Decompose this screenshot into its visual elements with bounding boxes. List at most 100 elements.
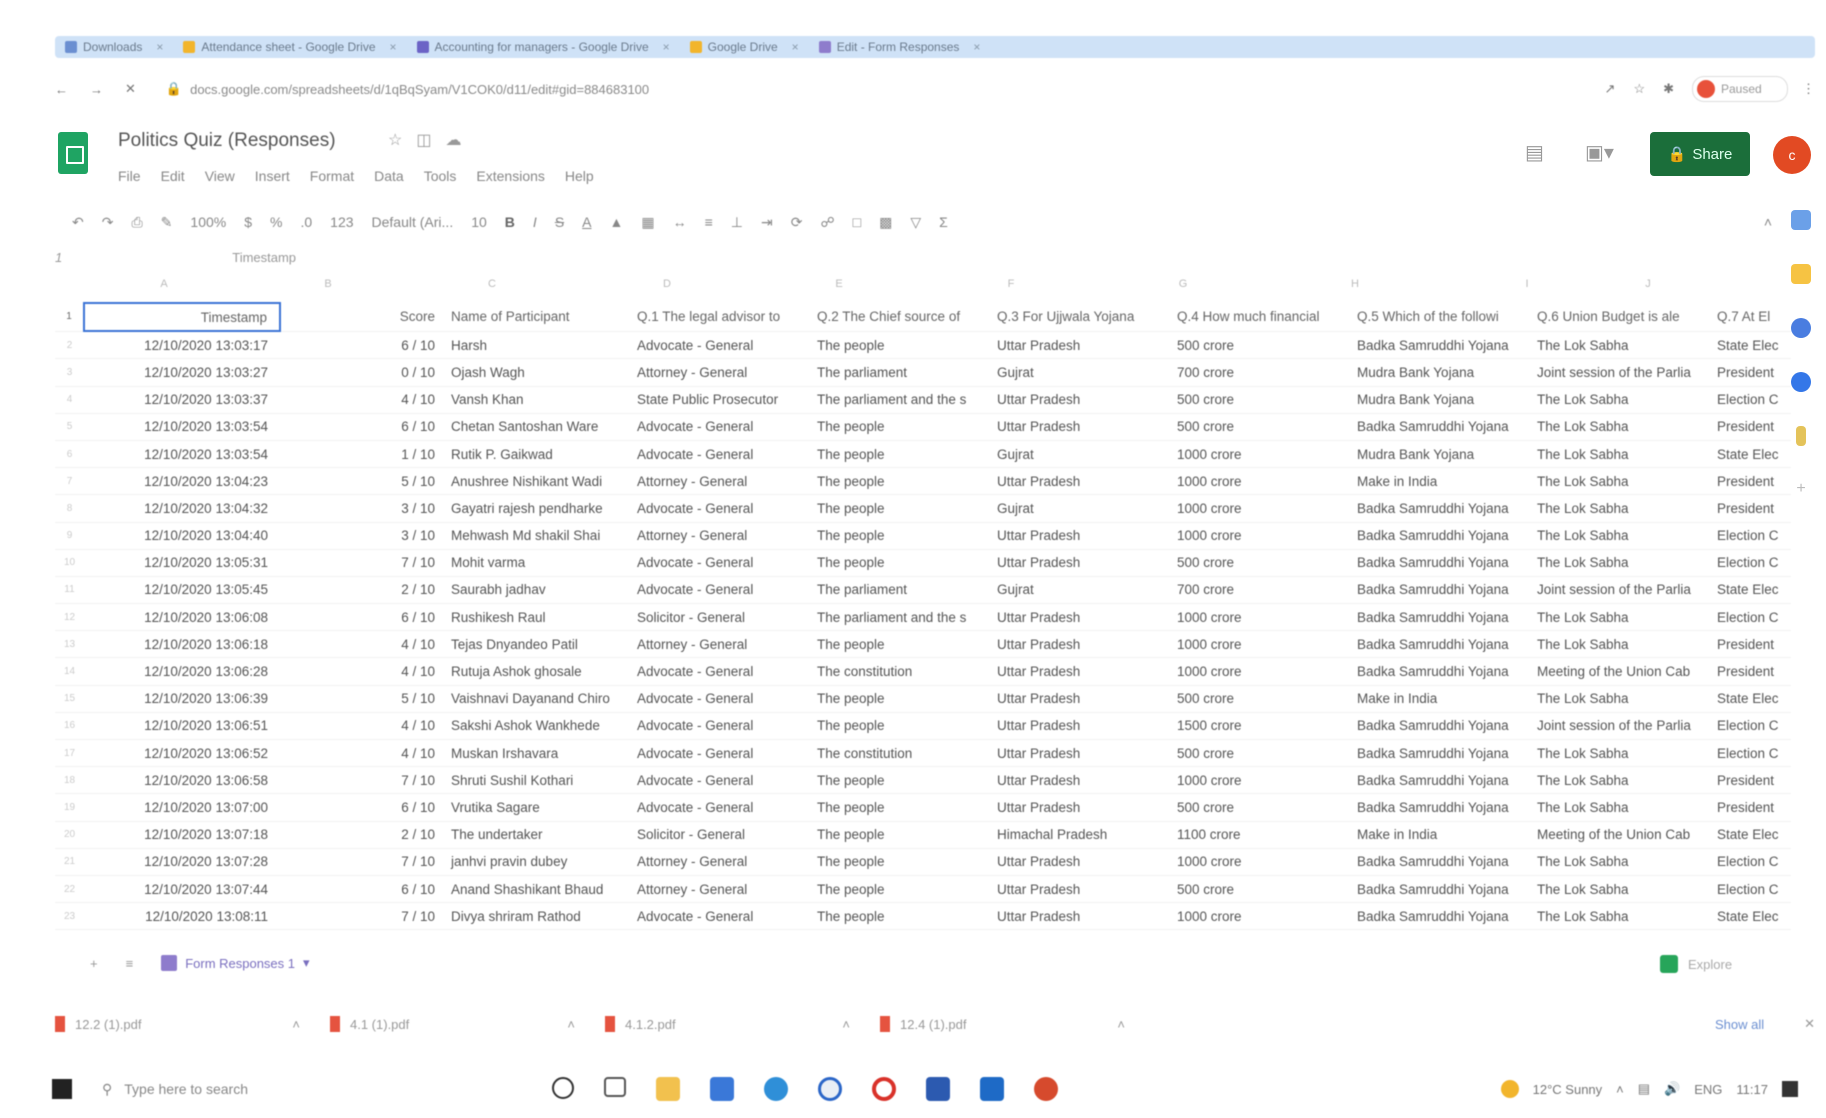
- table-cell[interactable]: Vansh Khan: [447, 386, 633, 414]
- header-cell[interactable]: Score: [280, 303, 447, 332]
- table-cell[interactable]: 1100 crore: [1173, 821, 1353, 849]
- table-cell[interactable]: 6 / 10: [280, 875, 447, 904]
- column-letter[interactable]: B: [253, 278, 403, 302]
- download-item[interactable]: 12.2 (1).pdf ˄: [55, 1016, 330, 1032]
- header-cell[interactable]: Q.7 At El: [1713, 303, 1791, 332]
- cloud-icon[interactable]: ☁: [445, 132, 475, 149]
- table-cell[interactable]: Uttar Pradesh: [993, 549, 1173, 577]
- table-cell[interactable]: The people: [813, 413, 993, 441]
- sheets-logo-icon[interactable]: [58, 132, 88, 174]
- close-icon[interactable]: ✕: [125, 81, 136, 97]
- table-cell[interactable]: The parliament and the s: [813, 603, 993, 632]
- table-cell[interactable]: Vrutika Sagare: [447, 793, 633, 822]
- number-format-select[interactable]: 123: [330, 214, 353, 230]
- row-number[interactable]: 12: [55, 603, 84, 632]
- table-cell[interactable]: Badka Samruddhi Yojana: [1353, 331, 1533, 360]
- table-cell[interactable]: Election C: [1713, 522, 1791, 550]
- language-indicator[interactable]: ENG: [1694, 1082, 1722, 1097]
- row-number[interactable]: 23: [55, 902, 84, 931]
- table-cell[interactable]: Badka Samruddhi Yojana: [1353, 657, 1533, 686]
- table-cell[interactable]: 500 crore: [1173, 875, 1353, 904]
- table-cell[interactable]: 7 / 10: [280, 549, 447, 577]
- table-cell[interactable]: Advocate - General: [633, 685, 813, 713]
- table-cell[interactable]: 6 / 10: [280, 793, 447, 822]
- table-cell[interactable]: 4 / 10: [280, 739, 447, 768]
- table-cell[interactable]: Badka Samruddhi Yojana: [1353, 712, 1533, 741]
- row-number[interactable]: 18: [55, 766, 84, 795]
- table-cell[interactable]: 12/10/2020 13:06:28: [84, 657, 280, 686]
- add-addon-icon[interactable]: +: [1791, 480, 1811, 500]
- row-number[interactable]: 8: [55, 494, 84, 523]
- table-cell[interactable]: The Lok Sabha: [1533, 685, 1713, 713]
- table-cell[interactable]: 6 / 10: [280, 413, 447, 441]
- table-cell[interactable]: Make in India: [1353, 821, 1533, 849]
- table-cell[interactable]: Badka Samruddhi Yojana: [1353, 739, 1533, 768]
- notifications-icon[interactable]: [1782, 1081, 1798, 1097]
- table-cell[interactable]: Tejas Dnyandeo Patil: [447, 630, 633, 659]
- table-cell[interactable]: Rutuja Ashok ghosale: [447, 657, 633, 686]
- table-cell[interactable]: 2 / 10: [280, 821, 447, 849]
- table-cell[interactable]: The constitution: [813, 657, 993, 686]
- chevron-down-icon[interactable]: ▾: [303, 955, 310, 971]
- table-cell[interactable]: Badka Samruddhi Yojana: [1353, 522, 1533, 550]
- table-cell[interactable]: State Elec: [1713, 685, 1791, 713]
- column-letter[interactable]: A: [75, 278, 253, 302]
- present-icon[interactable]: ▣▾: [1585, 140, 1614, 165]
- photos-icon[interactable]: [1034, 1077, 1058, 1101]
- more-menu-icon[interactable]: ⋮: [1802, 81, 1815, 97]
- table-cell[interactable]: Advocate - General: [633, 793, 813, 822]
- table-cell[interactable]: 12/10/2020 13:07:00: [84, 793, 280, 822]
- table-cell[interactable]: Advocate - General: [633, 549, 813, 577]
- table-cell[interactable]: Joint session of the Parlia: [1533, 358, 1713, 387]
- windows-start-icon[interactable]: [52, 1079, 72, 1099]
- table-cell[interactable]: 1000 crore: [1173, 630, 1353, 659]
- table-cell[interactable]: State Elec: [1713, 902, 1791, 931]
- network-icon[interactable]: ▤: [1638, 1081, 1650, 1097]
- table-cell[interactable]: 500 crore: [1173, 793, 1353, 822]
- table-cell[interactable]: 500 crore: [1173, 413, 1353, 441]
- explore-button[interactable]: Explore: [1660, 955, 1732, 973]
- table-cell[interactable]: Badka Samruddhi Yojana: [1353, 630, 1533, 659]
- table-cell[interactable]: Advocate - General: [633, 440, 813, 469]
- table-cell[interactable]: 1 / 10: [280, 440, 447, 469]
- table-cell[interactable]: 1000 crore: [1173, 603, 1353, 632]
- table-cell[interactable]: Uttar Pradesh: [993, 848, 1173, 876]
- table-cell[interactable]: Meeting of the Union Cab: [1533, 657, 1713, 686]
- table-cell[interactable]: 12/10/2020 13:06:39: [84, 685, 280, 713]
- table-cell[interactable]: The constitution: [813, 739, 993, 768]
- back-icon[interactable]: ←: [55, 82, 68, 97]
- menu-item[interactable]: Help: [565, 168, 594, 184]
- table-cell[interactable]: Joint session of the Parlia: [1533, 576, 1713, 605]
- table-cell[interactable]: Uttar Pradesh: [993, 875, 1173, 904]
- column-letter[interactable]: H: [1269, 278, 1441, 302]
- table-cell[interactable]: The Lok Sabha: [1533, 875, 1713, 904]
- table-cell[interactable]: 12/10/2020 13:06:08: [84, 603, 280, 632]
- tab-close-icon[interactable]: ×: [973, 40, 980, 54]
- table-cell[interactable]: Ojash Wagh: [447, 358, 633, 387]
- menu-item[interactable]: Insert: [255, 168, 290, 184]
- table-cell[interactable]: 12/10/2020 13:08:11: [84, 902, 280, 931]
- table-cell[interactable]: 500 crore: [1173, 331, 1353, 360]
- table-cell[interactable]: 1000 crore: [1173, 440, 1353, 469]
- table-cell[interactable]: Election C: [1713, 549, 1791, 577]
- borders-icon[interactable]: ▦: [641, 214, 654, 231]
- font-select[interactable]: Default (Ari...: [372, 214, 454, 230]
- table-cell[interactable]: President: [1713, 494, 1791, 523]
- valign-icon[interactable]: ⊥: [731, 214, 743, 231]
- table-cell[interactable]: Advocate - General: [633, 331, 813, 360]
- header-cell[interactable]: Q.5 Which of the followi: [1353, 303, 1533, 332]
- cortana-icon[interactable]: [552, 1077, 574, 1099]
- menu-item[interactable]: View: [205, 168, 235, 184]
- table-cell[interactable]: 0 / 10: [280, 358, 447, 387]
- header-cell[interactable]: Name of Participant: [447, 303, 633, 332]
- table-cell[interactable]: Solicitor - General: [633, 821, 813, 849]
- table-cell[interactable]: 500 crore: [1173, 549, 1353, 577]
- wrap-icon[interactable]: ⇥: [761, 214, 773, 231]
- table-cell[interactable]: janhvi pravin dubey: [447, 848, 633, 876]
- comments-icon[interactable]: ▤: [1525, 140, 1544, 165]
- table-cell[interactable]: Gujrat: [993, 358, 1173, 387]
- table-cell[interactable]: The people: [813, 630, 993, 659]
- table-cell[interactable]: Mudra Bank Yojana: [1353, 440, 1533, 469]
- table-cell[interactable]: Mohit varma: [447, 549, 633, 577]
- table-cell[interactable]: Badka Samruddhi Yojana: [1353, 766, 1533, 795]
